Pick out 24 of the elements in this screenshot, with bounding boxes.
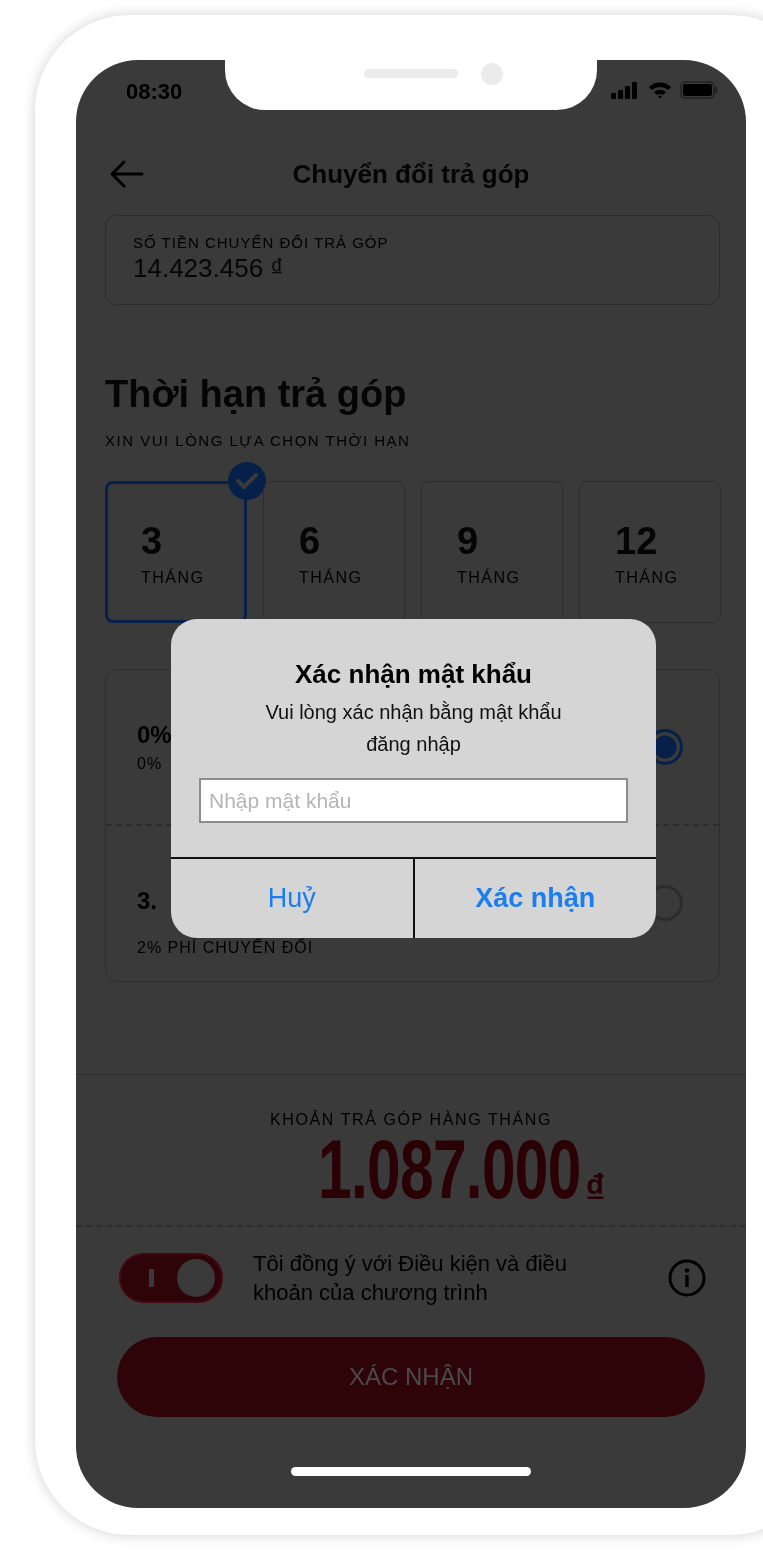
plan-title: 3. [137, 887, 157, 915]
dialog-message: Vui lòng xác nhận bằng mật khẩu đăng nhập [264, 700, 563, 757]
dialog-button[interactable]: Xác nhận [412, 859, 656, 938]
plan-title: 0% [137, 721, 172, 749]
wifi-icon [648, 81, 672, 99]
monthly-amount: 1.087.000 [318, 1127, 582, 1211]
signal-icon [610, 81, 640, 99]
password-field[interactable]: Nhập mật khẩu [199, 778, 628, 823]
agreement-text: Tôi đồng ý với Điều kiện và điều khoản của chương trình [253, 1250, 569, 1307]
back-arrow-icon[interactable] [110, 160, 144, 188]
info-icon[interactable] [668, 1259, 706, 1297]
amount-label: SỐ TIỀN CHUYỂN ĐỔI TRẢ GÓP [133, 234, 389, 251]
status-time: 08:30 [126, 79, 183, 105]
currency-symbol: ₫ [585, 1169, 606, 1209]
plan-note: 2% PHÍ CHUYỂN ĐỔI [137, 939, 314, 957]
plan-note: 0% [137, 755, 163, 773]
monthly-label: KHOẢN TRẢ GÓP HÀNG THÁNG [270, 1111, 552, 1129]
checkmark-icon [228, 462, 266, 500]
battery-icon [680, 81, 718, 99]
section-subtitle: XIN VUI LÒNG LỰA CHỌN THỜI HẠN [105, 432, 411, 449]
dialog-button[interactable]: Huỷ [171, 859, 413, 938]
dialog-title: Xác nhận mật khẩu [295, 659, 532, 690]
agreement-toggle[interactable] [119, 1253, 223, 1303]
confirm-button[interactable]: XÁC NHẬN [117, 1337, 705, 1417]
